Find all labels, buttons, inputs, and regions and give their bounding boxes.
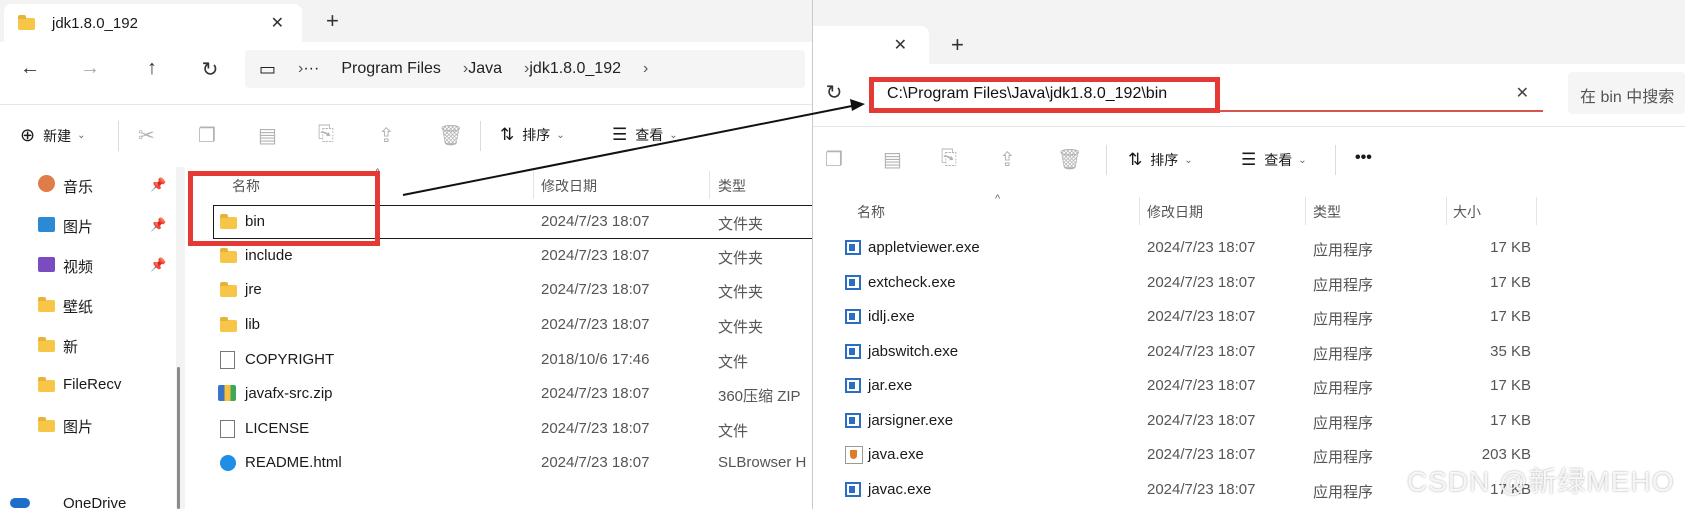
watermark: CSDN @新绿MEHO	[1407, 466, 1675, 497]
annotation-arrow	[402, 99, 865, 196]
